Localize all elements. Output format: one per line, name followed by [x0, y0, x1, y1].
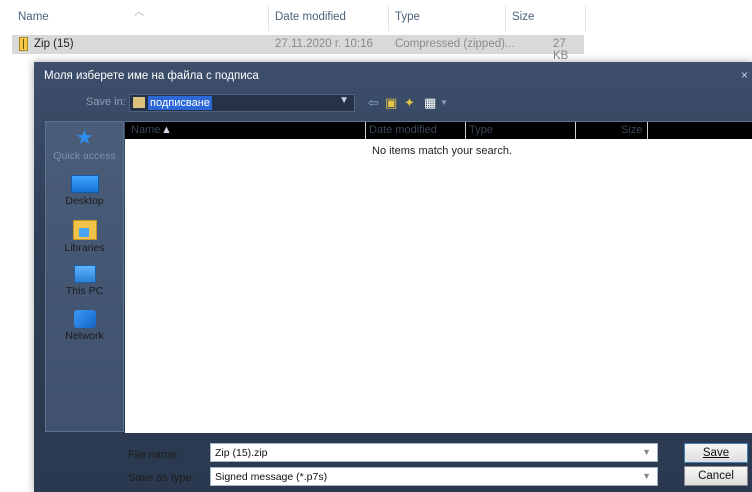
place-label: This PC	[65, 285, 104, 297]
place-label: Desktop	[65, 195, 104, 207]
place-libraries[interactable]: Libraries	[46, 220, 123, 254]
cancel-button-label: Cancel	[698, 470, 734, 482]
column-divider	[585, 5, 586, 31]
place-label: Libraries	[64, 242, 105, 254]
save-in-dropdown[interactable]: подписване ▼	[129, 94, 355, 112]
back-arrow-icon[interactable]: ⇦	[368, 95, 379, 111]
column-type[interactable]: Type	[395, 11, 420, 23]
column-divider	[465, 122, 466, 139]
places-bar: ★ Quick access Desktop Libraries This PC…	[45, 121, 124, 432]
save-as-type-label: Save as type:	[128, 472, 195, 484]
network-icon	[73, 310, 96, 328]
zip-folder-icon	[19, 37, 28, 51]
column-date-modified[interactable]: Date modified	[275, 11, 346, 23]
save-in-label: Save in:	[86, 96, 126, 108]
save-as-type-select[interactable]: Signed message (*.p7s) ▼	[210, 467, 658, 486]
place-label: Quick access	[53, 150, 116, 162]
file-name-input[interactable]: Zip (15).zip ▼	[210, 443, 658, 462]
computer-icon	[73, 265, 96, 283]
close-icon[interactable]: ×	[741, 68, 748, 82]
column-divider	[575, 122, 576, 139]
place-desktop[interactable]: Desktop	[46, 175, 123, 207]
dialog-title: Моля изберете име на файла с подписа	[44, 70, 259, 82]
place-this-pc[interactable]: This PC	[46, 265, 123, 297]
save-as-type-value: Signed message (*.p7s)	[215, 471, 328, 483]
file-list-column-size[interactable]: Size	[621, 124, 642, 136]
place-network[interactable]: Network	[46, 310, 123, 342]
save-button[interactable]: Save	[684, 443, 748, 463]
sort-up-icon: ︿	[134, 7, 144, 18]
column-divider	[268, 5, 269, 31]
save-in-value: подписване	[148, 96, 212, 110]
empty-state-message: No items match your search.	[372, 145, 512, 157]
star-icon: ★	[75, 127, 94, 149]
file-row[interactable]: Zip (15) 27.11.2020 г. 10:16 Compressed …	[12, 35, 584, 62]
file-row-date: 27.11.2020 г. 10:16	[275, 38, 373, 50]
file-row-name: Zip (15)	[34, 38, 74, 50]
file-list[interactable]: Name ▲ Date modified Type Size No items …	[125, 121, 752, 433]
column-divider	[365, 122, 366, 139]
cancel-button[interactable]: Cancel	[684, 466, 748, 486]
explorer-column-header: ︿ Name Date modified Type Size	[0, 0, 752, 34]
file-name-value: Zip (15).zip	[215, 447, 268, 459]
place-label: Network	[65, 330, 104, 342]
column-divider	[647, 122, 648, 139]
new-folder-icon[interactable]: ✦	[404, 95, 415, 111]
column-divider	[388, 5, 389, 31]
file-list-column-date[interactable]: Date modified	[369, 124, 437, 136]
save-dialog: Моля изберете име на файла с подписа × S…	[34, 62, 752, 492]
file-list-column-name[interactable]: Name	[131, 124, 160, 136]
desktop-icon	[70, 175, 99, 193]
place-quick-access[interactable]: ★ Quick access	[46, 128, 123, 162]
file-list-column-type[interactable]: Type	[469, 124, 493, 136]
view-menu-chevron-icon[interactable]: ▼	[440, 98, 448, 107]
file-name-label: File name:	[128, 449, 180, 461]
folder-icon	[133, 97, 145, 108]
save-button-label: Save	[702, 447, 730, 459]
file-list-header: Name ▲ Date modified Type Size	[125, 122, 752, 139]
column-size[interactable]: Size	[512, 11, 534, 23]
chevron-down-icon: ▼	[339, 95, 349, 106]
file-row-size: 27 KB	[553, 38, 569, 62]
column-divider	[505, 5, 506, 31]
column-name[interactable]: Name	[18, 11, 49, 23]
chevron-down-icon[interactable]: ▼	[642, 471, 651, 481]
file-row-type: Compressed (zipped)...	[395, 38, 515, 50]
libraries-icon	[72, 220, 97, 240]
sort-up-icon: ▲	[161, 124, 172, 136]
view-menu-icon[interactable]: ▦	[424, 95, 436, 111]
up-folder-icon[interactable]: ▣	[385, 95, 397, 111]
chevron-down-icon[interactable]: ▼	[642, 447, 651, 457]
